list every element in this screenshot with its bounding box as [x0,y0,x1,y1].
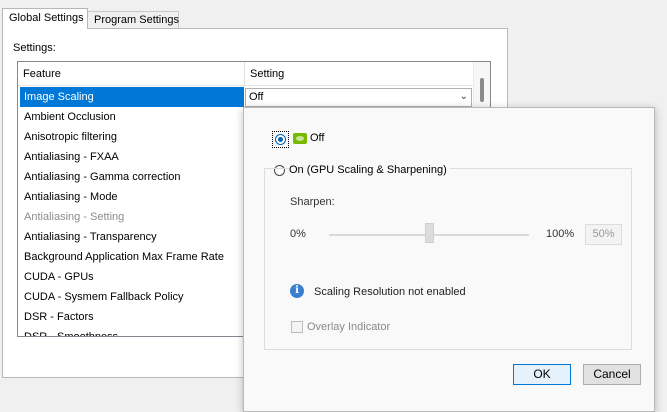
tab-global-settings[interactable]: Global Settings [2,8,88,29]
radio-on-label[interactable]: On (GPU Scaling & Sharpening) [289,164,450,176]
nvidia-logo-icon [293,133,307,144]
list-item[interactable]: Antialiasing - Gamma correction [20,167,244,187]
setting-dropdown-value: Off [249,91,264,103]
list-item[interactable]: Antialiasing - Mode [20,187,244,207]
radio-off-option[interactable] [275,134,286,145]
column-header-setting[interactable]: Setting [250,68,284,80]
list-header: Feature Setting [18,62,473,86]
info-message: Scaling Resolution not enabled [314,286,466,298]
sharpen-value-box[interactable]: 50% [585,224,622,245]
image-scaling-popup: Off On (GPU Scaling & Sharpening) Sharpe… [243,107,655,412]
tab-program-settings[interactable]: Program Settings [87,11,179,29]
list-item[interactable]: CUDA - Sysmem Fallback Policy [20,287,244,307]
setting-dropdown[interactable]: Off ⌄ [245,88,472,107]
radio-off-label[interactable]: Off [310,132,324,144]
list-item[interactable]: DSR - Factors [20,307,244,327]
list-item[interactable]: CUDA - GPUs [20,267,244,287]
column-separator[interactable] [244,62,245,85]
chevron-down-icon: ⌄ [459,91,468,102]
list-item[interactable]: Background Application Max Frame Rate [20,247,244,267]
settings-label: Settings: [13,42,56,54]
list-item[interactable]: DSR - Smoothness [20,327,244,336]
ok-button[interactable]: OK [513,364,571,385]
sharpen-slider-thumb[interactable] [424,223,434,243]
column-header-feature[interactable]: Feature [23,68,61,80]
scrollbar-thumb[interactable] [480,78,484,102]
sharpen-min-label: 0% [290,228,306,240]
list-item[interactable]: Antialiasing - FXAA [20,147,244,167]
sharpen-label: Sharpen: [290,196,335,208]
list-item[interactable]: Antialiasing - Setting [20,207,244,227]
overlay-indicator-checkbox[interactable] [291,321,303,333]
list-item-selected[interactable]: Image Scaling [20,87,244,107]
list-item[interactable]: Antialiasing - Transparency [20,227,244,247]
cancel-button[interactable]: Cancel [583,364,641,385]
overlay-indicator-label[interactable]: Overlay Indicator [307,321,390,333]
list-item[interactable]: Ambient Occlusion [20,107,244,127]
info-icon: i [290,284,304,298]
sharpen-max-label: 100% [546,228,575,240]
list-item[interactable]: Anisotropic filtering [20,127,244,147]
